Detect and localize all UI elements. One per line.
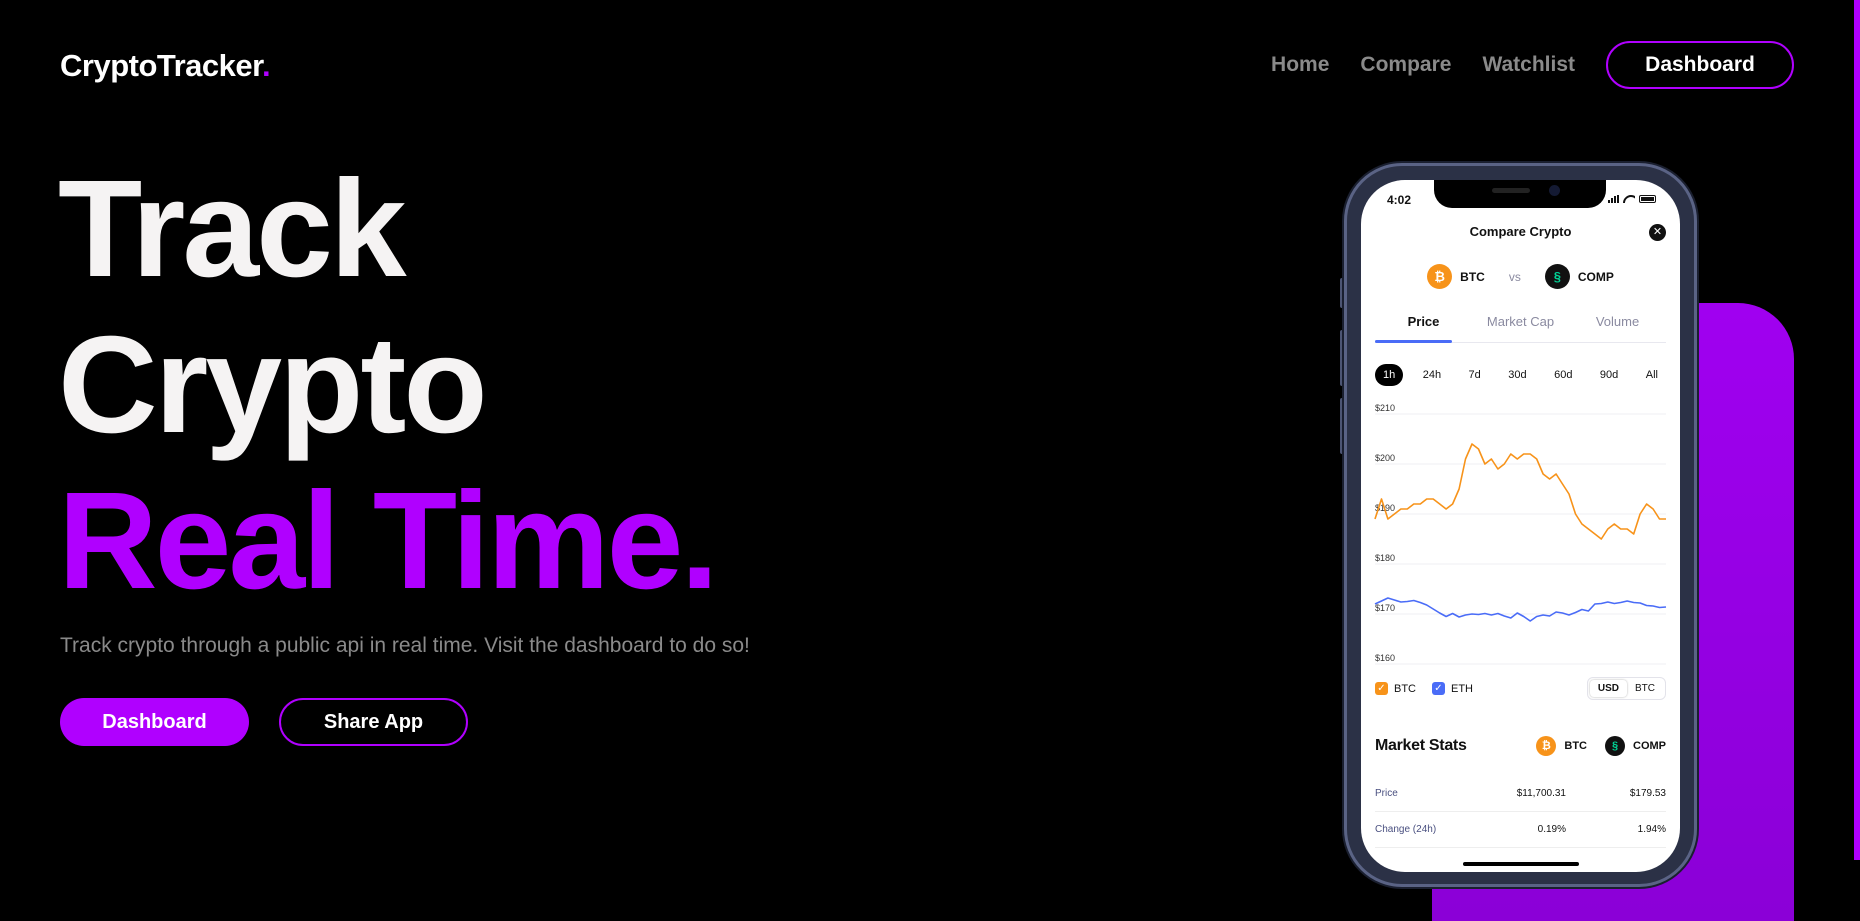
- hero-subtitle: Track crypto through a public api in rea…: [60, 634, 750, 657]
- metric-tabs: Price Market Cap Volume: [1375, 310, 1666, 343]
- stat-value-a: 0.19%: [1537, 824, 1566, 835]
- range-7d[interactable]: 7d: [1461, 364, 1489, 386]
- stats-coin-a: ₿ BTC: [1536, 736, 1587, 756]
- series-line-eth: [1374, 597, 1667, 622]
- phone-screen: 4:02 Compare Crypto ✕ ₿ BTC vs § COMP Pr…: [1361, 180, 1680, 872]
- status-icons: [1608, 195, 1656, 203]
- legend-btc: BTC: [1394, 682, 1416, 695]
- stat-label: Change (24h): [1375, 824, 1437, 835]
- wifi-icon: [1623, 195, 1635, 203]
- stat-label: Price: [1375, 788, 1398, 799]
- stats-coin-a-label: BTC: [1564, 740, 1587, 752]
- bitcoin-icon: ₿: [1536, 736, 1557, 756]
- nav-dashboard-button[interactable]: Dashboard: [1606, 41, 1794, 89]
- stat-value-a: $11,700.31: [1516, 788, 1566, 799]
- coin-a-label[interactable]: BTC: [1460, 270, 1485, 284]
- series-line-btc: [1374, 443, 1666, 540]
- close-icon[interactable]: ✕: [1649, 224, 1666, 241]
- signal-icon: [1608, 195, 1619, 203]
- nav-watchlist[interactable]: Watchlist: [1482, 53, 1575, 77]
- home-indicator: [1463, 862, 1579, 866]
- stat-value-b: 1.94%: [1637, 824, 1666, 835]
- range-1h[interactable]: 1h: [1375, 364, 1404, 386]
- vs-label: vs: [1508, 269, 1521, 284]
- y-tick-label: $170: [1375, 603, 1395, 613]
- phone-mockup: 4:02 Compare Crypto ✕ ₿ BTC vs § COMP Pr…: [1344, 163, 1697, 887]
- logo-text: CryptoTracker: [60, 48, 263, 83]
- stat-row-price: Price $11,700.31 $179.53: [1375, 776, 1666, 812]
- toggle-btc[interactable]: BTC: [1627, 680, 1663, 697]
- speaker-icon: [1492, 188, 1530, 193]
- phone-notch: [1434, 180, 1606, 208]
- tab-market-cap[interactable]: Market Cap: [1472, 310, 1569, 342]
- scrollbar-accent: [1854, 0, 1860, 860]
- nav-home[interactable]: Home: [1271, 53, 1329, 77]
- y-tick-label: $210: [1375, 403, 1395, 413]
- market-stats-header: Market Stats ₿ BTC § COMP: [1375, 736, 1666, 756]
- range-24h[interactable]: 24h: [1415, 364, 1449, 386]
- currency-toggle: USD BTC: [1586, 677, 1666, 700]
- hero-heading-line-3: Real Time.: [58, 464, 719, 618]
- stats-coin-b-label: COMP: [1633, 740, 1666, 752]
- coin-pair: ₿ BTC vs § COMP: [1361, 264, 1680, 289]
- stats-coin-b: § COMP: [1605, 736, 1666, 756]
- battery-icon: [1639, 195, 1656, 203]
- compare-title: Compare Crypto: [1469, 224, 1572, 239]
- tab-price[interactable]: Price: [1375, 310, 1472, 343]
- camera-icon: [1549, 185, 1560, 196]
- nav-compare[interactable]: Compare: [1360, 53, 1451, 77]
- range-all[interactable]: All: [1638, 364, 1666, 386]
- landing-page: CryptoTracker. Home Compare Watchlist Da…: [0, 0, 1860, 921]
- checkbox-icon[interactable]: ✓: [1432, 682, 1445, 695]
- hero-heading-line-1: Track: [58, 152, 407, 306]
- status-time: 4:02: [1387, 193, 1412, 207]
- legend-eth: ETH: [1451, 682, 1473, 695]
- time-range-selector: 1h 24h 7d 30d 60d 90d All: [1375, 364, 1666, 386]
- logo[interactable]: CryptoTracker.: [60, 48, 271, 84]
- stat-value-b: $179.53: [1629, 788, 1666, 799]
- y-tick-label: $180: [1375, 553, 1395, 563]
- compound-icon: §: [1605, 736, 1625, 756]
- checkbox-icon[interactable]: ✓: [1375, 682, 1388, 695]
- range-30d[interactable]: 30d: [1500, 364, 1534, 386]
- y-tick-label: $160: [1375, 653, 1395, 663]
- top-nav: Home Compare Watchlist Dashboard: [1240, 41, 1794, 89]
- market-stats-title: Market Stats: [1375, 737, 1467, 754]
- coin-b-label[interactable]: COMP: [1578, 270, 1614, 284]
- range-60d[interactable]: 60d: [1546, 364, 1580, 386]
- tab-volume[interactable]: Volume: [1569, 310, 1666, 342]
- bitcoin-icon: ₿: [1427, 264, 1453, 289]
- y-tick-label: $200: [1375, 453, 1395, 463]
- price-chart: $210$200$190$180$170$160: [1374, 403, 1667, 665]
- hero-heading-line-2: Crypto: [58, 308, 488, 462]
- hero-dashboard-button[interactable]: Dashboard: [60, 698, 249, 746]
- stat-row-change: Change (24h) 0.19% 1.94%: [1375, 812, 1666, 848]
- compound-icon: §: [1544, 264, 1570, 289]
- range-90d[interactable]: 90d: [1592, 364, 1626, 386]
- chart-legend: ✓ BTC ✓ ETH: [1375, 682, 1489, 695]
- toggle-usd[interactable]: USD: [1589, 680, 1627, 697]
- share-app-button[interactable]: Share App: [279, 698, 468, 746]
- logo-dot: .: [262, 48, 271, 83]
